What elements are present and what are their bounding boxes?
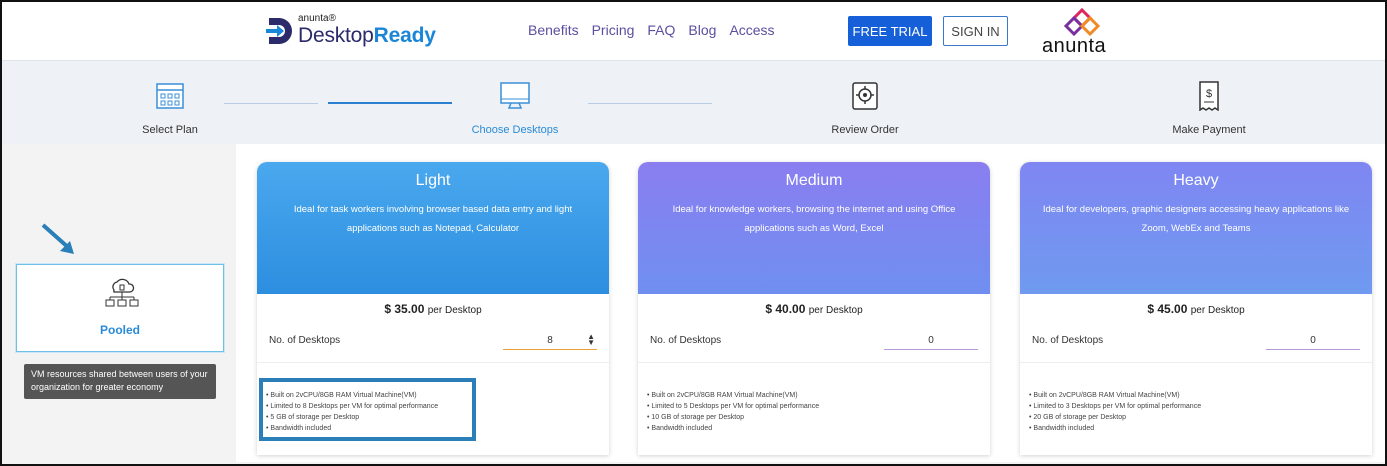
price-amount: $ 45.00 <box>1147 302 1188 316</box>
plan-card-header: Medium Ideal for knowledge workers, brow… <box>638 162 990 294</box>
step-select-plan[interactable]: Select Plan <box>90 81 250 136</box>
plan-title: Light <box>415 172 451 189</box>
logo-wordmark: DesktopReady <box>298 24 436 48</box>
card-divider <box>257 362 609 363</box>
step-label: Select Plan <box>142 124 198 136</box>
features-highlight-box <box>259 378 476 441</box>
logo-anunta-small: anunta® <box>298 13 336 24</box>
review-gear-icon <box>852 82 878 110</box>
svg-text:$: $ <box>1206 88 1212 100</box>
qty-label: No. of Desktops <box>1032 335 1104 346</box>
feature-item: Built on 2vCPU/8GB RAM Virtual Machine(V… <box>1029 390 1201 401</box>
card-divider <box>638 362 990 363</box>
sign-in-button[interactable]: SIGN IN <box>943 16 1008 46</box>
logo-ready-text: Ready <box>373 24 436 47</box>
plan-features: Built on 2vCPU/8GB RAM Virtual Machine(V… <box>1029 390 1201 434</box>
feature-item: 10 GB of storage per Desktop <box>647 412 819 423</box>
pooled-label: Pooled <box>99 323 140 337</box>
desktopready-logo[interactable]: anunta® DesktopReady <box>266 12 446 52</box>
step-connector <box>588 103 712 104</box>
qty-label: No. of Desktops <box>650 335 722 346</box>
nav-faq[interactable]: FAQ <box>647 22 675 38</box>
feature-item: Bandwidth included <box>1029 423 1201 434</box>
feature-item: 20 GB of storage per Desktop <box>1029 412 1201 423</box>
quantity-stepper-arrows-icon[interactable]: ▲ ▼ <box>587 333 595 347</box>
step-label: Make Payment <box>1172 124 1246 136</box>
desktop-quantity-input[interactable] <box>503 332 597 350</box>
pooled-option-card[interactable]: Pooled <box>16 264 224 352</box>
price-unit: per Desktop <box>808 305 863 316</box>
anunta-knot-icon <box>1063 8 1101 36</box>
desktop-quantity-input[interactable] <box>884 332 978 350</box>
nav-pricing[interactable]: Pricing <box>592 22 635 38</box>
top-header: anunta® DesktopReady Benefits Pricing FA… <box>2 2 1385 60</box>
free-trial-button[interactable]: FREE TRIAL <box>848 16 932 46</box>
step-label: Choose Desktops <box>471 124 559 136</box>
plan-price: $ 40.00 per Desktop <box>638 302 990 316</box>
desktopready-mark-icon <box>266 18 292 44</box>
plan-card-medium: Medium Ideal for knowledge workers, brow… <box>638 162 990 455</box>
step-choose-desktops[interactable]: Choose Desktops <box>435 81 595 136</box>
plan-title: Heavy <box>1173 172 1219 189</box>
monitor-icon <box>500 82 530 109</box>
plan-card-header: Heavy Ideal for developers, graphic desi… <box>1020 162 1372 294</box>
price-unit: per Desktop <box>1190 305 1245 316</box>
main-nav: Benefits Pricing FAQ Blog Access <box>528 22 775 38</box>
plan-price: $ 45.00 per Desktop <box>1020 302 1372 316</box>
cloud-network-icon <box>105 278 139 307</box>
pointer-arrow-icon <box>41 223 74 254</box>
plan-description: Ideal for developers, graphic designers … <box>1042 204 1350 234</box>
anunta-logo-text: anunta <box>1042 35 1107 57</box>
step-review-order[interactable]: Review Order <box>785 81 945 136</box>
feature-item: Limited to 5 Desktops per VM for optimal… <box>647 401 819 412</box>
step-connector-active <box>328 102 452 104</box>
anunta-brand-logo[interactable]: anunta <box>1042 8 1122 58</box>
plan-description: Ideal for task workers involving browser… <box>293 204 573 234</box>
qty-label: No. of Desktops <box>269 335 341 346</box>
plan-title: Medium <box>785 172 843 189</box>
plan-card-header: Light Ideal for task workers involving b… <box>257 162 609 294</box>
step-label: Review Order <box>831 124 899 136</box>
step-make-payment[interactable]: $ Make Payment <box>1129 81 1289 136</box>
plan-features: Built on 2vCPU/8GB RAM Virtual Machine(V… <box>647 390 819 434</box>
price-amount: $ 40.00 <box>765 302 806 316</box>
card-divider <box>1020 362 1372 363</box>
nav-benefits[interactable]: Benefits <box>528 22 579 38</box>
price-amount: $ 35.00 <box>384 302 425 316</box>
desktop-quantity-input[interactable] <box>1266 332 1360 350</box>
feature-item: Limited to 3 Desktops per VM for optimal… <box>1029 401 1201 412</box>
plan-grid-icon <box>156 83 184 109</box>
feature-item: Bandwidth included <box>647 423 819 434</box>
nav-access[interactable]: Access <box>729 22 774 38</box>
pooled-tooltip: VM resources shared between users of you… <box>24 364 216 399</box>
receipt-dollar-icon: $ <box>1199 81 1219 112</box>
price-unit: per Desktop <box>427 305 482 316</box>
plan-price: $ 35.00 per Desktop <box>257 302 609 316</box>
plan-card-heavy: Heavy Ideal for developers, graphic desi… <box>1020 162 1372 455</box>
checkout-stepper: Select Plan Choose Desktops Review Order… <box>2 60 1385 144</box>
plan-description: Ideal for knowledge workers, browsing th… <box>672 204 956 234</box>
feature-item: Built on 2vCPU/8GB RAM Virtual Machine(V… <box>647 390 819 401</box>
nav-blog[interactable]: Blog <box>688 22 716 38</box>
logo-desktop-text: Desktop <box>298 24 374 47</box>
